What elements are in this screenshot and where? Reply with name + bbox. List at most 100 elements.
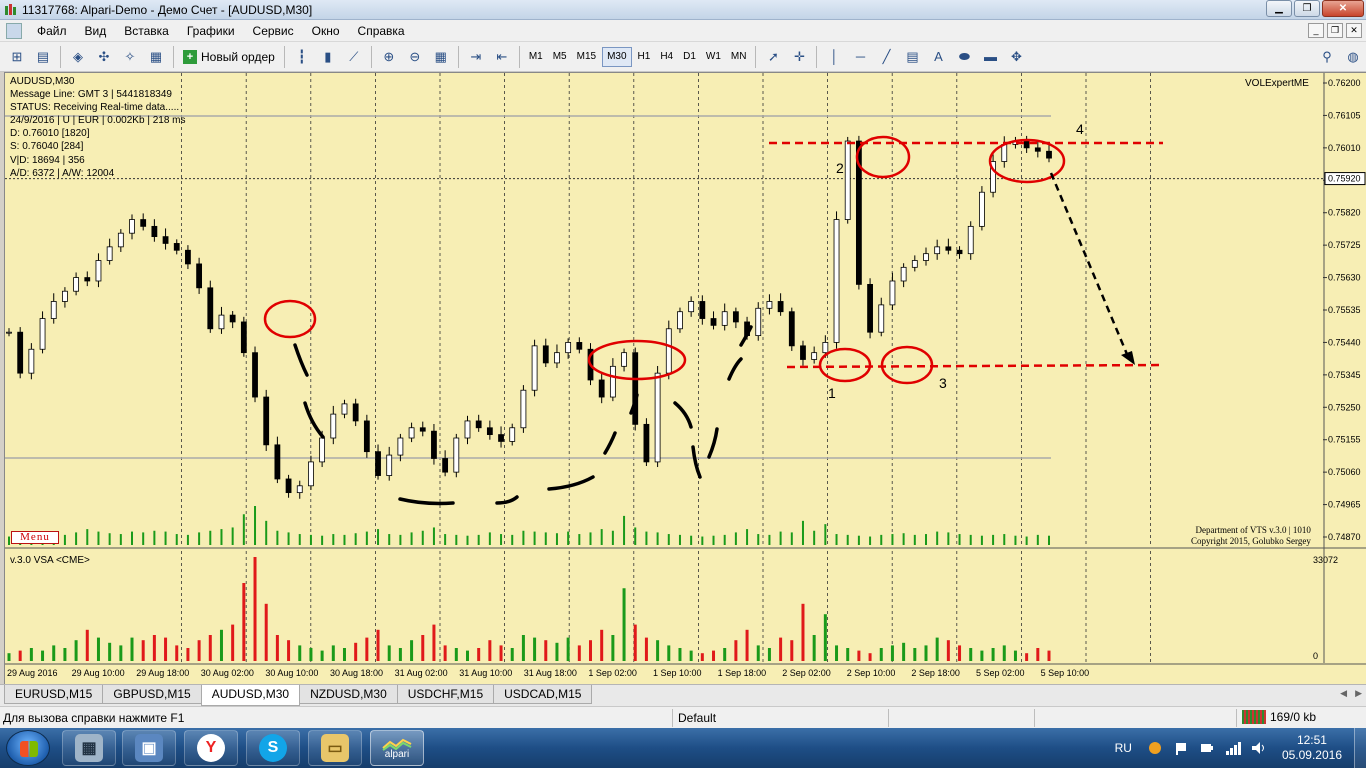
time-axis-label: 29 Aug 2016 bbox=[7, 668, 58, 678]
menu-tools[interactable]: Сервис bbox=[244, 24, 303, 38]
channel-icon[interactable]: ▤ bbox=[901, 46, 923, 68]
power-icon[interactable] bbox=[1199, 741, 1215, 755]
horizontal-line-icon[interactable]: ─ bbox=[849, 46, 871, 68]
mdi-restore-button[interactable]: ❐ bbox=[1327, 23, 1343, 38]
tile-windows-icon[interactable]: ▦ bbox=[430, 46, 452, 68]
language-indicator[interactable]: RU bbox=[1115, 741, 1132, 755]
timeframe-w1[interactable]: W1 bbox=[702, 47, 725, 67]
candle-body bbox=[867, 283, 873, 333]
tab-scroll-right-icon[interactable]: ▶ bbox=[1355, 688, 1362, 699]
tab-eurusd[interactable]: EURUSD,M15 bbox=[4, 685, 104, 704]
taskbar-calculator[interactable]: ▦ bbox=[62, 730, 116, 766]
tab-gbpusd[interactable]: GBPUSD,M15 bbox=[102, 685, 202, 704]
start-button[interactable] bbox=[6, 730, 50, 766]
timeframe-h1[interactable]: H1 bbox=[634, 47, 655, 67]
navigator-icon[interactable]: ✣ bbox=[93, 46, 115, 68]
status-separator bbox=[1034, 709, 1035, 727]
candle-body bbox=[677, 311, 683, 330]
candle-body bbox=[576, 342, 583, 350]
new-order-button[interactable]: + Новый ордер bbox=[178, 46, 280, 68]
cursor-icon[interactable]: ➚ bbox=[762, 46, 784, 68]
candle-body bbox=[934, 246, 941, 255]
taskbar-yandex[interactable]: Y bbox=[184, 730, 238, 766]
restore-button[interactable]: ❐ bbox=[1294, 0, 1320, 17]
candle bbox=[252, 346, 258, 403]
price-axis-label: 0.74870 bbox=[1328, 532, 1361, 542]
connection-status[interactable]: 169/0 kb bbox=[1242, 710, 1316, 724]
mdi-close-button[interactable]: ✕ bbox=[1346, 23, 1362, 38]
candle-body bbox=[375, 451, 381, 476]
candle-body bbox=[979, 191, 985, 227]
candle-body bbox=[755, 307, 762, 337]
toolbar-separator bbox=[173, 45, 174, 68]
crosshair-icon[interactable]: ✛ bbox=[788, 46, 810, 68]
candle-chart-icon[interactable]: ▮ bbox=[317, 46, 339, 68]
menu-file[interactable]: Файл bbox=[28, 24, 76, 38]
rectangle-icon[interactable]: ▬ bbox=[979, 46, 1001, 68]
vertical-line-icon[interactable]: │ bbox=[823, 46, 845, 68]
taskbar-skype[interactable]: S bbox=[246, 730, 300, 766]
network-signal-icon[interactable] bbox=[1225, 741, 1241, 755]
menu-insert[interactable]: Вставка bbox=[115, 24, 178, 38]
new-chart-icon[interactable]: ⊞ bbox=[6, 46, 28, 68]
timeframe-mn[interactable]: MN bbox=[727, 47, 751, 67]
close-button[interactable]: ✕ bbox=[1322, 0, 1364, 17]
timeframe-h4[interactable]: H4 bbox=[656, 47, 677, 67]
zoom-out-icon[interactable]: ⊖ bbox=[404, 46, 426, 68]
menu-help[interactable]: Справка bbox=[349, 24, 414, 38]
timeframe-m5[interactable]: M5 bbox=[549, 47, 571, 67]
tab-scroll-left-icon[interactable]: ◀ bbox=[1340, 688, 1347, 699]
chart-window[interactable]: 0.762000.761050.760100.759150.758200.757… bbox=[4, 72, 1366, 685]
ellipse-icon[interactable]: ⬬ bbox=[953, 46, 975, 68]
mdi-minimize-button[interactable]: _ bbox=[1308, 23, 1324, 38]
candle bbox=[643, 418, 650, 466]
chart-shift-icon[interactable]: ⇤ bbox=[491, 46, 513, 68]
tab-usdchf[interactable]: USDCHF,M15 bbox=[396, 685, 495, 704]
arrows-icon[interactable]: ✥ bbox=[1005, 46, 1027, 68]
taskbar-network[interactable]: ▣ bbox=[122, 730, 176, 766]
taskbar-alpari[interactable]: alpari bbox=[370, 730, 424, 766]
autoscroll-icon[interactable]: ⇥ bbox=[465, 46, 487, 68]
flag-icon[interactable] bbox=[1173, 741, 1189, 755]
tab-usdcad[interactable]: USDCAD,M15 bbox=[493, 685, 593, 704]
chart-window-icon[interactable] bbox=[6, 22, 22, 39]
timeframe-m1[interactable]: M1 bbox=[525, 47, 547, 67]
volume-icon[interactable] bbox=[1251, 741, 1267, 755]
search-icon[interactable]: ⚲ bbox=[1316, 46, 1338, 68]
candle-body bbox=[17, 331, 24, 374]
text-icon[interactable]: A bbox=[927, 46, 949, 68]
menu-charts[interactable]: Графики bbox=[178, 24, 244, 38]
candle-body bbox=[598, 379, 605, 398]
menu-view[interactable]: Вид bbox=[76, 24, 116, 38]
calculator-icon: ▦ bbox=[75, 734, 103, 762]
candle-body bbox=[240, 321, 247, 354]
terminal-icon[interactable]: ✧ bbox=[119, 46, 141, 68]
candle-body bbox=[654, 372, 661, 463]
credit-line: Department of VTS v.3.0 | 1010 bbox=[1195, 525, 1311, 535]
minimize-button[interactable]: ▁ bbox=[1266, 0, 1292, 17]
community-icon[interactable]: ◍ bbox=[1342, 46, 1364, 68]
timeframe-m15[interactable]: M15 bbox=[573, 47, 600, 67]
status-separator bbox=[672, 709, 673, 727]
trendline-icon[interactable]: ╱ bbox=[875, 46, 897, 68]
market-watch-icon[interactable]: ◈ bbox=[67, 46, 89, 68]
taskbar-explorer[interactable]: ▭ bbox=[308, 730, 362, 766]
timeframe-m30[interactable]: M30 bbox=[602, 46, 632, 67]
show-desktop-button[interactable] bbox=[1354, 728, 1366, 768]
timeframe-d1[interactable]: D1 bbox=[679, 47, 700, 67]
candle-body bbox=[811, 352, 818, 360]
taskbar-clock[interactable]: 12:51 05.09.2016 bbox=[1282, 733, 1342, 763]
menu-window[interactable]: Окно bbox=[303, 24, 349, 38]
profiles-icon[interactable]: ▤ bbox=[32, 46, 54, 68]
indicator-menu-button[interactable]: Menu bbox=[11, 531, 59, 544]
tab-audusd[interactable]: AUDUSD,M30 bbox=[200, 685, 301, 706]
bar-chart-icon[interactable]: ┇ bbox=[291, 46, 313, 68]
chart-canvas[interactable]: 0.762000.761050.760100.759150.758200.757… bbox=[5, 73, 1366, 685]
tray-app-icon[interactable] bbox=[1147, 741, 1163, 755]
tab-nzdusd[interactable]: NZDUSD,M30 bbox=[299, 685, 398, 704]
zoom-in-icon[interactable]: ⊕ bbox=[378, 46, 400, 68]
strategy-tester-icon[interactable]: ▦ bbox=[145, 46, 167, 68]
line-chart-icon[interactable]: ⟋ bbox=[343, 46, 365, 68]
indicator-credits: Department of VTS v.3.0 | 1010 Copyright… bbox=[1191, 525, 1311, 547]
price-axis-label: 0.75725 bbox=[1328, 240, 1361, 250]
